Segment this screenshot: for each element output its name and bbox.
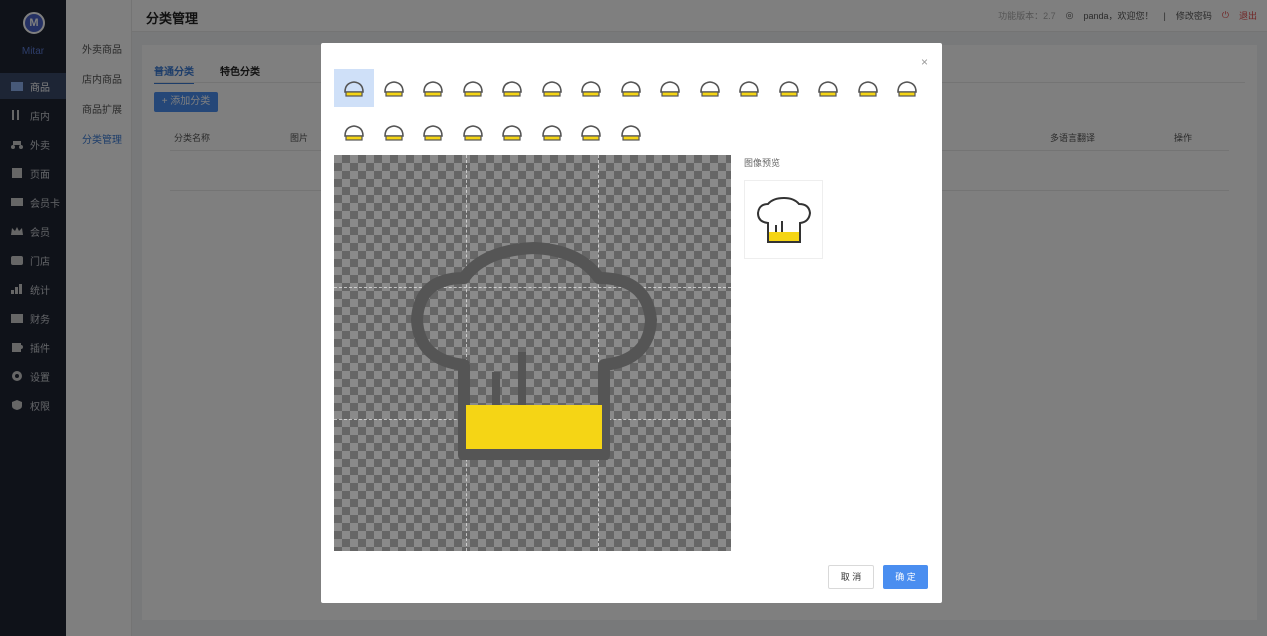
cancel-button[interactable]: 取 消 (828, 565, 874, 589)
roast-chicken-icon[interactable] (453, 69, 493, 107)
coffee-cup-icon[interactable] (611, 69, 651, 107)
close-icon[interactable]: × (921, 55, 928, 69)
wine-glass-icon[interactable] (650, 69, 690, 107)
confirm-button[interactable]: 确 定 (883, 565, 928, 589)
rice-cooker-icon[interactable] (334, 113, 374, 151)
shrimp-icon[interactable] (413, 69, 453, 107)
pudding-icon[interactable] (374, 113, 414, 151)
noodle-bowl-icon[interactable] (769, 69, 809, 107)
cloche-icon[interactable] (413, 113, 453, 151)
utensils-icon[interactable] (492, 69, 532, 107)
cake-slice-icon[interactable] (374, 69, 414, 107)
icon-crop-canvas[interactable] (334, 155, 731, 551)
salad-bowl-icon[interactable] (729, 69, 769, 107)
ice-cream-icon[interactable] (611, 113, 651, 151)
bread-icon[interactable] (690, 69, 730, 107)
drumstick-icon[interactable] (532, 113, 572, 151)
cherry-icon[interactable] (887, 69, 927, 107)
milk-carton-icon[interactable] (808, 69, 848, 107)
hot-dish-icon[interactable] (453, 113, 493, 151)
preview-label: 图像预览 (744, 158, 781, 168)
spatula-spoon-icon[interactable] (571, 69, 611, 107)
cake-icon[interactable] (571, 113, 611, 151)
icon-preview (744, 180, 823, 259)
plate-cutlery-icon[interactable] (492, 113, 532, 151)
chili-icon[interactable] (848, 69, 888, 107)
calendar-new-icon[interactable] (532, 69, 572, 107)
chef-hat-preview-icon (756, 196, 811, 243)
chef-hat-icon[interactable] (334, 69, 374, 107)
icon-picker-dialog: × 图像预览 取 消 确 定 (321, 43, 942, 603)
chef-hat-large-icon (411, 242, 657, 460)
